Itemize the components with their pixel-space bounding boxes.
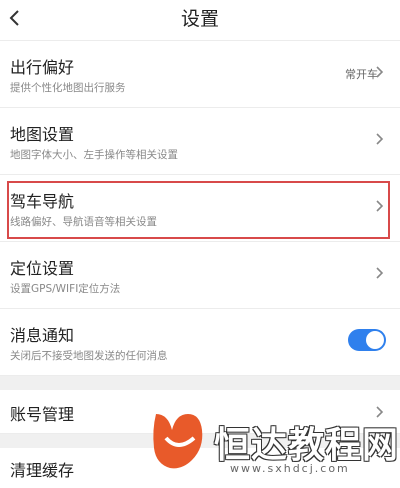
setting-title: 账号管理 [10,405,75,424]
page-title: 设置 [180,8,219,30]
setting-title: 定位设置 [10,259,75,278]
watermark-url: www.sxhdcj.com [230,462,350,475]
setting-subtitle: 关闭后不接受地图发送的任何消息 [10,350,168,362]
setting-travel-preference[interactable]: 出行偏好 提供个性化地图出行服务 常开车 [0,41,400,108]
section-divider [0,376,400,390]
setting-title: 驾车导航 [10,192,75,211]
setting-driving-navigation[interactable]: 驾车导航 线路偏好、导航语音等相关设置 [0,175,400,242]
chevron-right-icon [376,66,384,78]
setting-subtitle: 地图字体大小、左手操作等相关设置 [10,149,178,161]
chevron-right-icon [376,133,384,145]
setting-subtitle: 设置GPS/WIFI定位方法 [10,283,121,295]
toggle-knob [366,331,384,349]
notifications-toggle[interactable] [348,329,386,351]
setting-map-settings[interactable]: 地图设置 地图字体大小、左手操作等相关设置 [0,108,400,175]
fox-logo-icon [153,414,203,469]
setting-notifications: 消息通知 关闭后不接受地图发送的任何消息 [0,309,400,376]
setting-subtitle: 线路偏好、导航语音等相关设置 [10,216,157,228]
setting-title: 地图设置 [10,125,75,144]
setting-title: 清理缓存 [10,461,75,480]
setting-location[interactable]: 定位设置 设置GPS/WIFI定位方法 [0,242,400,309]
chevron-right-icon [376,200,384,212]
setting-subtitle: 提供个性化地图出行服务 [10,82,126,94]
top-bar: 设置 [0,0,400,41]
setting-title: 出行偏好 [10,58,75,77]
setting-title: 消息通知 [10,326,75,345]
watermark: 恒达教程网 www.sxhdcj.com [148,408,400,476]
chevron-right-icon [376,267,384,279]
watermark-text: 恒达教程网 [214,425,400,466]
